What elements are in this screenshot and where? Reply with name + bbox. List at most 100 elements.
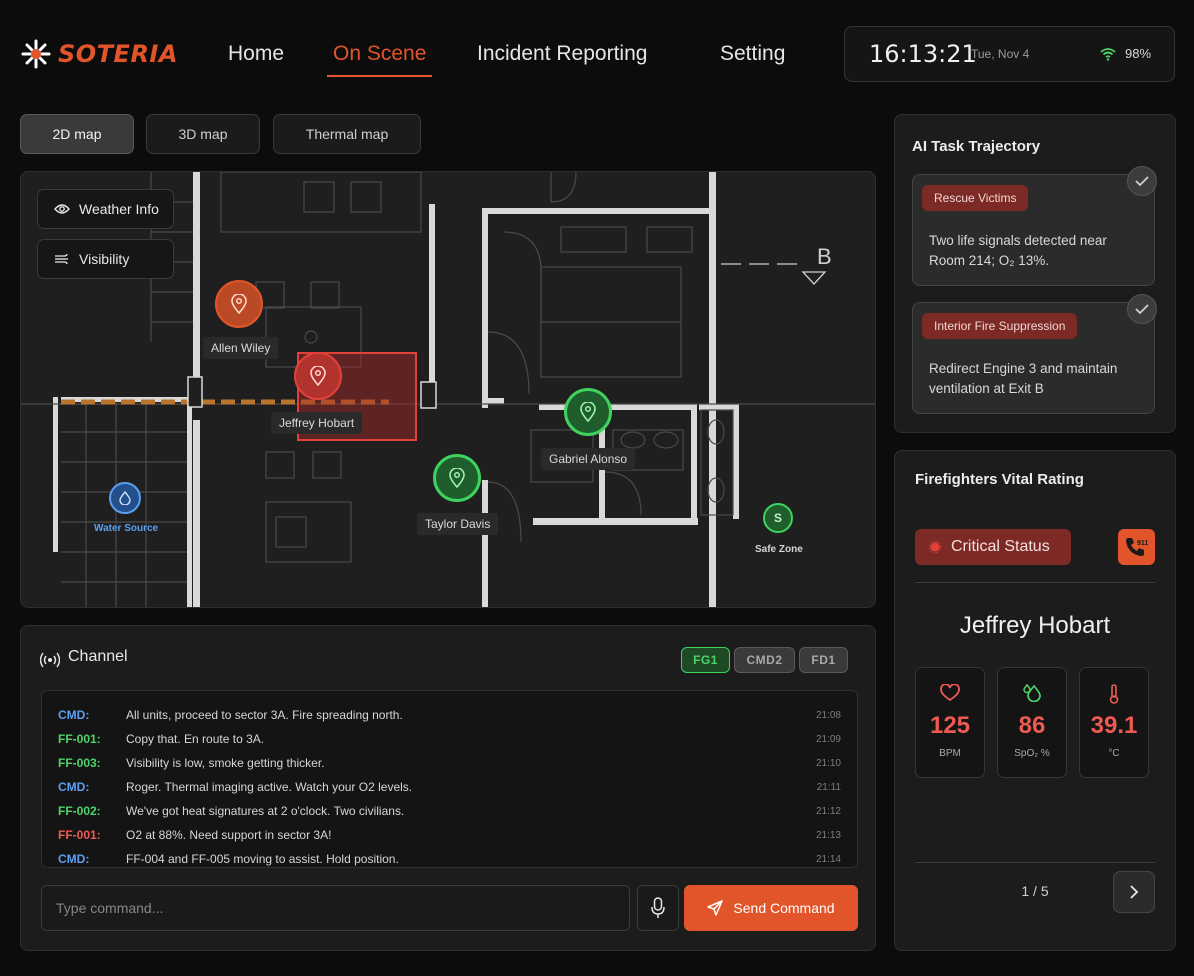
log-time: 21:09 [815, 733, 841, 745]
task-tag: Interior Fire Suppression [922, 313, 1078, 339]
spo2-unit: SpO₂ % [1014, 748, 1050, 759]
log-row: CMD: FF-004 and FF-005 moving to assist.… [58, 849, 841, 867]
log-message: Roger. Thermal imaging active. Watch you… [126, 780, 413, 794]
weather-info-label: Weather Info [79, 201, 159, 217]
phone-911-icon: 911 [1125, 538, 1148, 556]
critical-status-label: Critical Status [951, 538, 1050, 555]
check-icon [1135, 304, 1149, 315]
task-card[interactable]: Interior Fire Suppression Redirect Engin… [912, 302, 1155, 414]
safe-zone-marker[interactable]: S [763, 503, 793, 533]
clock-time: 16:13:21 [869, 40, 977, 68]
heart-icon [940, 684, 960, 702]
ai-task-title: AI Task Trajectory [912, 138, 1041, 155]
tab-thermal-map[interactable]: Thermal map [273, 114, 421, 154]
channel-title: Channel [68, 648, 128, 665]
tab-3d-map[interactable]: 3D map [146, 114, 260, 154]
safe-zone-label: Safe Zone [755, 544, 803, 555]
vital-card-temperature: 39.1 °C [1079, 667, 1149, 778]
log-row: FF-001: Copy that. En route to 3A. 21:09 [58, 729, 841, 749]
channel-chip-fd1[interactable]: FD1 [799, 647, 848, 673]
heart-rate-value: 125 [929, 712, 971, 739]
send-icon [707, 900, 724, 916]
log-row: FF-001: O2 at 88%. Need support in secto… [58, 825, 841, 845]
firefighter-marker-gabriel-alonso[interactable] [564, 388, 612, 436]
nav-setting[interactable]: Setting [720, 36, 785, 72]
firefighter-label-gabriel-alonso: Gabriel Alonso [541, 448, 636, 470]
log-time: 21:11 [816, 781, 841, 793]
section-b-label: B [817, 244, 832, 269]
log-sender: FF-001: [58, 828, 101, 842]
log-time: 21:14 [815, 853, 841, 865]
visibility-button[interactable]: Visibility [37, 239, 174, 279]
firefighter-marker-allen-wiley[interactable] [215, 280, 263, 328]
log-message: Visibility is low, smoke getting thicker… [126, 756, 325, 770]
microphone-button[interactable] [637, 885, 679, 931]
location-pin-icon [310, 366, 326, 386]
battery-level: 98% [1125, 46, 1152, 61]
log-time: 21:08 [815, 709, 841, 721]
water-source-label: Water Source [94, 523, 159, 534]
firefighter-marker-taylor-davis[interactable] [433, 454, 481, 502]
snowflake-logo-icon [21, 39, 51, 69]
log-row: FF-003: Visibility is low, smoke getting… [58, 753, 841, 773]
log-row: FF-002: We've got heat signatures at 2 o… [58, 801, 841, 821]
nav-active-underline [327, 75, 433, 77]
log-sender: FF-003: [58, 756, 101, 770]
water-source-marker[interactable] [109, 482, 141, 514]
brand-name: SOTERIA [58, 40, 178, 68]
call-911-text: 911 [1137, 540, 1148, 547]
firefighter-label-allen-wiley: Allen Wiley [203, 337, 279, 359]
firefighter-marker-jeffrey-hobart[interactable] [294, 352, 342, 400]
send-command-label: Send Command [733, 900, 835, 916]
nav-incident-reporting[interactable]: Incident Reporting [477, 36, 647, 72]
log-sender: CMD: [58, 852, 90, 866]
divider [915, 862, 1155, 863]
log-message: We've got heat signatures at 2 o'clock. … [126, 804, 405, 818]
vital-card-heart-rate: 125 BPM [915, 667, 985, 778]
log-row: CMD: All units, proceed to sector 3A. Fi… [58, 705, 841, 725]
broadcast-icon [40, 652, 60, 668]
channel-chip-fg1[interactable]: FG1 [681, 647, 730, 673]
critical-status-badge[interactable]: Critical Status [915, 529, 1071, 565]
nav-home[interactable]: Home [228, 36, 284, 72]
send-command-button[interactable]: Send Command [684, 885, 858, 931]
eye-icon [54, 204, 70, 214]
firefighter-name: Jeffrey Hobart [959, 612, 1111, 639]
alert-dot-icon [929, 541, 941, 553]
brand-logo[interactable]: SOTERIA [20, 36, 185, 72]
chevron-right-icon [1130, 885, 1139, 899]
log-time: 21:10 [815, 757, 841, 769]
microphone-icon [651, 897, 665, 918]
nav-on-scene-label: On Scene [333, 42, 427, 65]
floor-plan: B [21, 172, 875, 607]
location-pin-icon [449, 468, 465, 488]
floor-plan-map[interactable]: B Weather Info Visibility Allen Wiley Je… [20, 171, 876, 608]
log-message: FF-004 and FF-005 moving to assist. Hold… [126, 852, 399, 866]
task-tag: Rescue Victims [922, 185, 1029, 211]
weather-info-button[interactable]: Weather Info [37, 189, 174, 229]
log-sender: FF-001: [58, 732, 101, 746]
vital-card-spo2: 86 SpO₂ % [997, 667, 1067, 778]
nav-on-scene[interactable]: On Scene [327, 36, 433, 77]
firefighter-label-jeffrey-hobart: Jeffrey Hobart [271, 412, 363, 434]
temperature-unit: °C [1108, 748, 1120, 759]
emergency-call-button[interactable]: 911 [1118, 529, 1155, 565]
command-input[interactable] [41, 885, 630, 931]
message-log[interactable]: CMD: All units, proceed to sector 3A. Fi… [41, 690, 858, 868]
task-card[interactable]: Rescue Victims Two life signals detected… [912, 174, 1155, 286]
task-complete-check[interactable] [1127, 294, 1157, 324]
log-message: Copy that. En route to 3A. [126, 732, 265, 746]
log-message: All units, proceed to sector 3A. Fire sp… [126, 708, 403, 722]
next-firefighter-button[interactable] [1113, 871, 1155, 913]
log-row: CMD: Roger. Thermal imaging active. Watc… [58, 777, 841, 797]
oxygen-drop-icon [1023, 684, 1041, 702]
task-complete-check[interactable] [1127, 166, 1157, 196]
status-bar: 16:13:21 Tue, Nov 4 98% [844, 26, 1175, 82]
channel-chip-cmd2[interactable]: CMD2 [734, 647, 795, 673]
tab-2d-map[interactable]: 2D map [20, 114, 134, 154]
wind-icon [55, 253, 68, 265]
task-description: Two life signals detected near Room 214;… [929, 233, 1107, 268]
clock-date: Tue, Nov 4 [971, 47, 1030, 61]
log-message: O2 at 88%. Need support in sector 3A! [126, 828, 332, 842]
location-pin-icon [580, 402, 596, 422]
